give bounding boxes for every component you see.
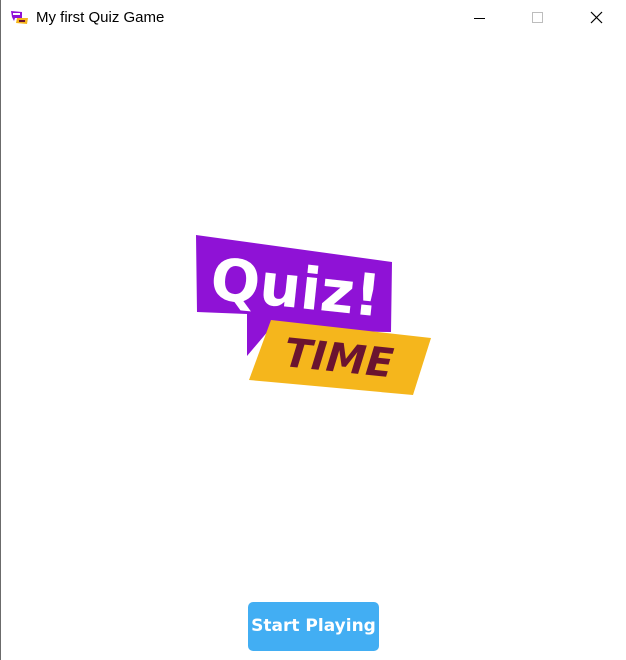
start-playing-button[interactable]: Start Playing (248, 602, 379, 651)
app-icon (11, 11, 28, 24)
maximize-button[interactable] (515, 0, 561, 36)
title-bar[interactable]: My first Quiz Game (1, 0, 626, 36)
window-title: My first Quiz Game (36, 9, 165, 26)
maximize-icon (532, 12, 543, 23)
close-icon (590, 11, 603, 24)
minimize-button[interactable] (457, 0, 503, 36)
close-button[interactable] (573, 0, 619, 36)
quiz-time-logo: Quiz! TIME (196, 235, 431, 395)
minimize-icon (474, 18, 485, 19)
app-window: My first Quiz Game Quiz! TIME Start Play (0, 0, 626, 660)
